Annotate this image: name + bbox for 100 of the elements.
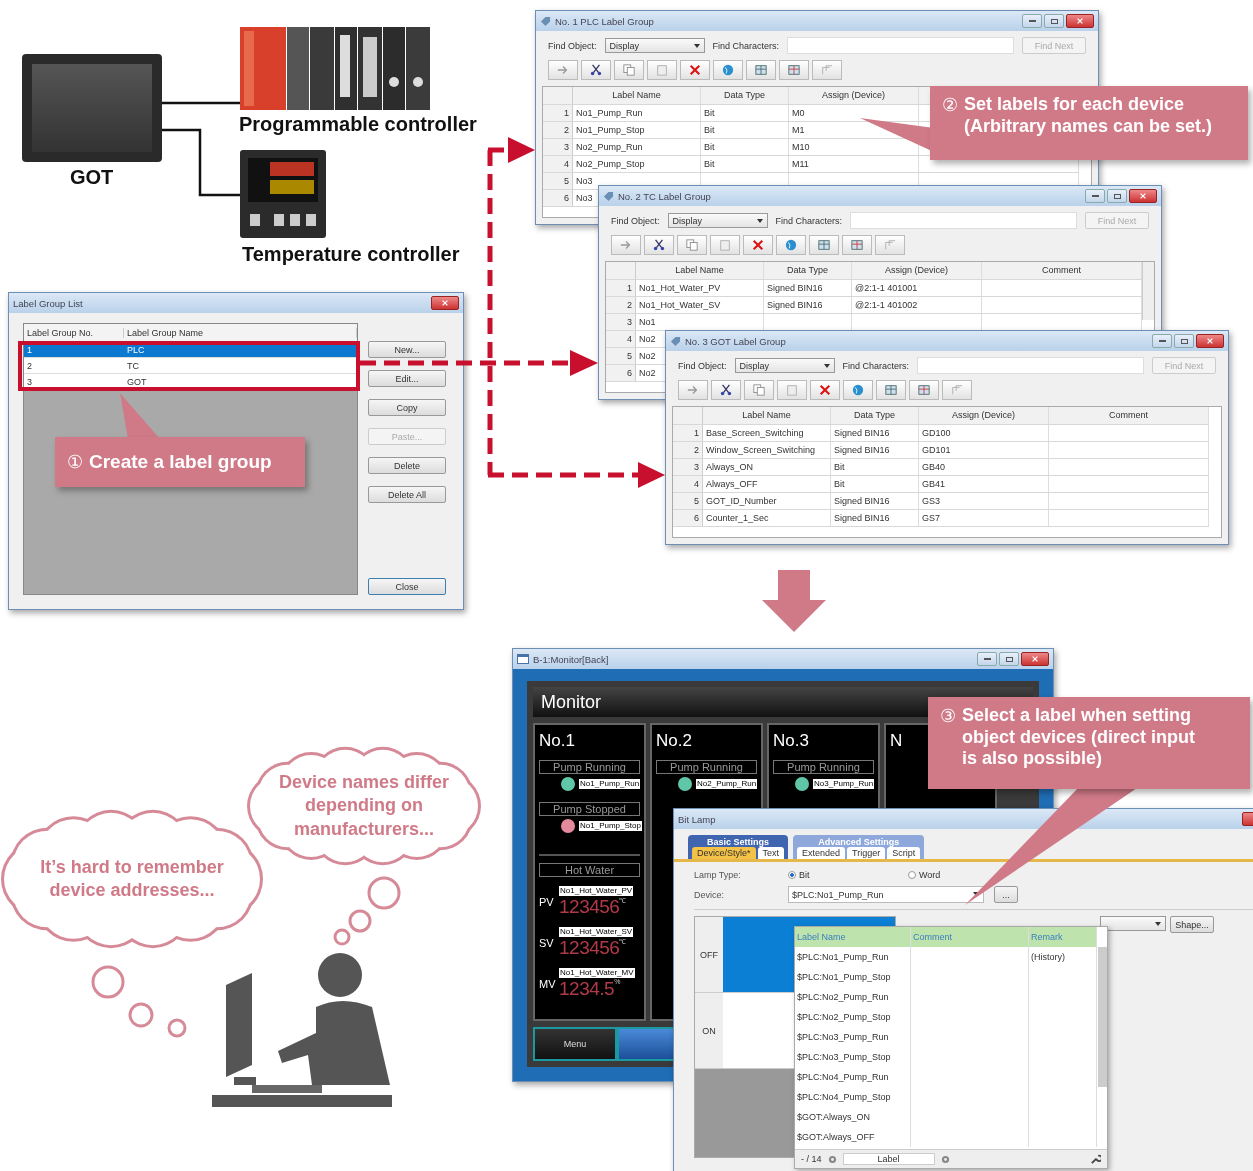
list-row[interactable]: $PLC:No2_Pump_Run [795,987,1097,1007]
gear-icon[interactable] [940,1154,950,1164]
maximize-button[interactable] [1044,14,1064,28]
list-row[interactable]: $PLC:No1_Pump_Run (History) [795,947,1097,967]
toolbar-button[interactable] [809,235,839,255]
maximize-button[interactable] [1107,189,1127,203]
tab[interactable]: Script [887,847,921,859]
dialog-button[interactable]: Copy [368,399,446,416]
status-caption: Pump Running [656,760,757,774]
device-tag: No3_Pump_Run [813,779,875,789]
toolbar-button[interactable] [876,380,906,400]
minimize-button[interactable] [977,652,997,666]
tab[interactable]: Trigger [847,847,886,859]
toolbar-button[interactable] [779,60,809,80]
dropdown[interactable]: Display [667,213,768,228]
tab[interactable]: Text [757,847,785,859]
table-cell: Base_Screen_Switching [703,425,831,441]
dropdown[interactable]: Display [734,358,835,373]
wrench-icon[interactable] [1090,1153,1101,1165]
toolbar-button[interactable] [746,60,776,80]
list-row[interactable]: $PLC:No4_Pump_Run [795,1067,1097,1087]
device-combo-field[interactable]: $PLC:No1_Pump_Run [788,886,984,903]
row-number: 1 [543,105,573,121]
circled-number: ① [67,451,83,473]
toolbar-button[interactable] [843,380,873,400]
menu-button[interactable]: Menu [535,1029,615,1059]
scrollbar[interactable] [1098,947,1107,1087]
tab[interactable]: Device/Style* [692,847,756,859]
tab[interactable]: Extended [797,847,846,859]
toolbar-button[interactable] [680,60,710,80]
input-field[interactable] [787,37,1014,54]
table-cell: $PLC:No4_Pump_Stop [795,1087,911,1107]
gear-icon[interactable] [827,1154,837,1164]
table-cell: Bit [831,459,919,475]
toolbar-button[interactable] [743,235,773,255]
close-button[interactable] [1129,189,1157,203]
column-header: Label Group No. [24,327,124,338]
reading-name: MV [539,978,557,990]
corner-icon [950,384,964,396]
dropdown[interactable]: Display [604,38,705,53]
close-button[interactable] [1196,334,1224,348]
list-row[interactable]: $PLC:No3_Pump_Run [795,1027,1097,1047]
toolbar-button[interactable] [644,235,674,255]
toolbar-button[interactable] [842,235,872,255]
shape-button[interactable]: Shape... [1170,916,1214,933]
list-row[interactable]: $PLC:No2_Pump_Stop [795,1007,1097,1027]
table-icon [884,384,898,396]
corner-icon [883,239,897,251]
row-number: 4 [606,331,636,347]
dialog-button[interactable]: Delete All [368,486,446,503]
close-button[interactable] [1021,652,1049,666]
screen-title: Monitor [541,691,602,713]
list-row[interactable]: $GOT:Always_OFF [795,1127,1097,1147]
table-cell: Window_Screen_Switching [703,442,831,458]
input-field[interactable] [850,212,1077,229]
toolbar-button[interactable] [713,60,743,80]
radio-button[interactable]: Bit [788,870,898,880]
minimize-button[interactable] [1022,14,1042,28]
close-button[interactable] [431,296,459,310]
toolbar-button[interactable] [711,380,741,400]
table-cell-text: 1 [26,344,33,355]
dialog-button[interactable]: New... [368,341,446,358]
minimize-button[interactable] [1085,189,1105,203]
device-tag: No1_Hot_Water_MV [559,968,635,978]
close-icon [1076,17,1084,25]
list-row[interactable]: $PLC:No3_Pump_Stop [795,1047,1097,1067]
table-cell: GS7 [919,510,1049,526]
table-cell: $PLC:No3_Pump_Stop [795,1047,911,1067]
tab[interactable]: Label [842,1153,935,1165]
toolbar-button[interactable] [776,235,806,255]
table-cell: GS3 [919,493,1049,509]
minimize-button[interactable] [1152,334,1172,348]
maximize-button[interactable] [999,652,1019,666]
input-field[interactable] [917,357,1144,374]
close-button[interactable]: Close [368,578,446,595]
dropdown[interactable] [1100,916,1166,931]
toolbar-button[interactable] [581,60,611,80]
thought-dot [167,1018,187,1038]
row-number: 3 [543,139,573,155]
column-header: Comment [1049,407,1209,424]
maximize-button[interactable] [1174,334,1194,348]
table-cell: Counter_1_Sec [703,510,831,526]
column-header: Remark [1029,927,1097,947]
table-cell: Signed BIN16 [831,510,919,526]
list-row[interactable]: 2 TC [24,358,357,374]
toolbar-button[interactable] [909,380,939,400]
dialog-button[interactable]: Edit... [368,370,446,387]
list-row[interactable]: $GOT:Always_ON [795,1107,1097,1127]
column-header: Assign (Device) [852,262,982,279]
toolbar-button[interactable] [810,380,840,400]
dialog-button[interactable]: Delete [368,457,446,474]
close-button[interactable] [1066,14,1094,28]
copy-icon [622,64,636,76]
radio-button[interactable]: Word [908,870,1018,880]
list-row[interactable]: $PLC:No4_Pump_Stop [795,1087,1097,1107]
row-number: 2 [606,297,636,313]
column-header: Label Name [636,262,764,279]
scrollbar[interactable] [1142,262,1154,320]
list-row[interactable]: $PLC:No1_Pump_Stop [795,967,1097,987]
browse-button[interactable]: ... [994,886,1018,903]
